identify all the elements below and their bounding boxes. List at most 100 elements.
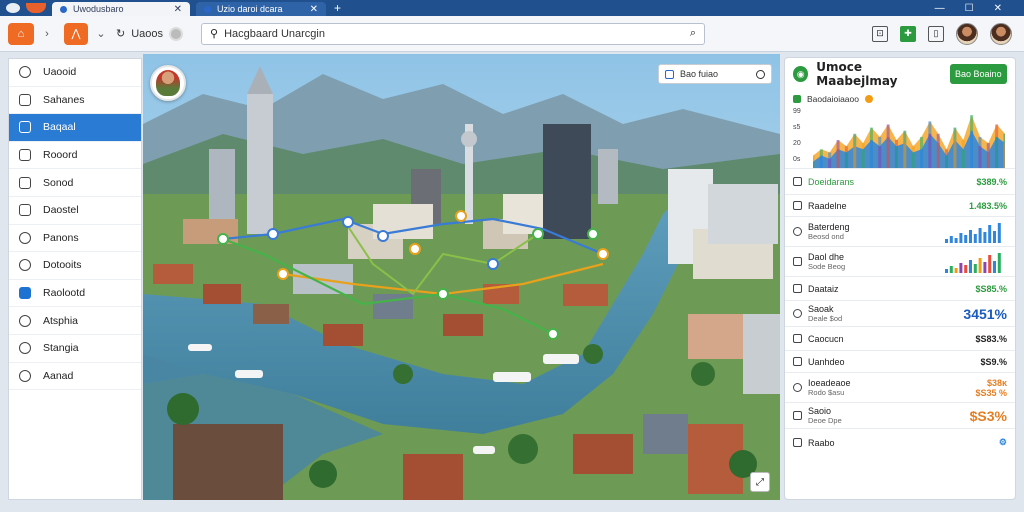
refresh-control[interactable]: ↻ Uaoos xyxy=(116,26,184,41)
search-bar[interactable]: ⚲ ⌕ xyxy=(201,22,706,45)
sidebar-item-5[interactable]: Daostel xyxy=(9,197,141,225)
sidebar: Uaooid Sahanes Baqaal Rooord Sonod Daost… xyxy=(8,58,142,500)
chart-bar xyxy=(836,149,840,168)
panel-row[interactable]: Doeidarans $389.% xyxy=(785,168,1015,194)
sidebar-item-1[interactable]: Sahanes xyxy=(9,87,141,115)
map-filter-chip[interactable]: Bao fuiao xyxy=(658,64,772,84)
panel-row[interactable]: Saoak Deale $od 3451% xyxy=(785,300,1015,326)
sparkline-bar xyxy=(954,267,958,273)
maximize-icon[interactable]: ☐ xyxy=(965,3,974,14)
sidebar-item-label: Atsphia xyxy=(43,314,79,327)
tab-close-icon[interactable]: ✕ xyxy=(310,4,318,15)
row-label: Baterdeng xyxy=(808,222,850,232)
chart-bar xyxy=(920,149,924,168)
sidebar-item-label: Baqaal xyxy=(43,121,76,134)
sparkline-bar xyxy=(983,261,987,273)
avatar-secondary[interactable] xyxy=(956,22,978,45)
sidebar-item-8[interactable]: Raolootd xyxy=(9,280,141,308)
sparkline-bar xyxy=(945,238,948,243)
sidebar-item-6[interactable]: Panons xyxy=(9,225,141,253)
sidebar-item-3[interactable]: Rooord xyxy=(9,142,141,170)
fullscreen-button[interactable]: ⤢ xyxy=(750,472,770,492)
settings-icon[interactable]: ⚙ xyxy=(999,437,1007,448)
row-label-group: Daol dhe Sode Beog xyxy=(808,252,945,271)
bookmark-icon[interactable]: ⊡ xyxy=(872,25,888,42)
panel-row[interactable]: Saoio Deoe Dpe $S3% xyxy=(785,402,1015,428)
panel-row[interactable]: Baterdeng Beosd ond xyxy=(785,216,1015,246)
search-input[interactable] xyxy=(224,27,684,40)
browser-tab-active[interactable]: Uwodusbaro ✕ xyxy=(52,2,190,16)
panel-header: ◉ Umoce Maabejlmay Bao Boaino xyxy=(785,58,1015,90)
chart-bar xyxy=(936,143,940,168)
chevron-down-icon[interactable]: ⌄ xyxy=(94,23,108,45)
legend-orange-icon xyxy=(865,95,873,103)
row-value: $38ĸ xyxy=(986,377,1007,388)
search-submit-icon[interactable]: ⌕ xyxy=(690,27,696,40)
tab-close-icon[interactable]: ✕ xyxy=(174,4,182,15)
locate-icon[interactable] xyxy=(756,69,765,79)
sidebar-item-10[interactable]: Stangia xyxy=(9,335,141,363)
sparkline-bar xyxy=(988,254,992,273)
new-tab-button[interactable]: + xyxy=(334,1,341,15)
row-value-group: $S85.% xyxy=(975,284,1007,294)
extension-icon[interactable]: ✚ xyxy=(900,25,916,42)
row-value-group: $S83.% xyxy=(975,334,1007,344)
row-label-group: Saoak Deale $od xyxy=(808,304,963,323)
sidebar-item-label: Sonod xyxy=(43,176,74,189)
sparkline-bar xyxy=(983,231,987,243)
city-map[interactable] xyxy=(143,54,780,500)
browser-menu-icon[interactable] xyxy=(6,3,20,13)
row-icon xyxy=(793,227,802,236)
panel-row[interactable]: Raabo ⚙ xyxy=(785,428,1015,456)
row-icon xyxy=(793,309,802,318)
minimize-icon[interactable]: — xyxy=(935,3,945,14)
status-indicator-icon xyxy=(169,26,184,41)
sidebar-toggle-icon[interactable]: ▯ xyxy=(928,25,944,42)
sidebar-item-11[interactable]: Aanad xyxy=(9,363,141,391)
app-menu-button[interactable]: ⋀ xyxy=(64,22,88,45)
chart-bar xyxy=(894,146,898,168)
facebook-icon xyxy=(19,287,31,300)
row-label: Ioeadeaoe xyxy=(808,378,851,388)
sidebar-item-label: Rooord xyxy=(43,149,78,162)
fullscreen-icon: ⤢ xyxy=(756,476,764,488)
panel-subheading-label: Baodaioiaaoo xyxy=(807,94,859,104)
panel-subheading: Baodaioiaaoo xyxy=(785,90,1015,108)
chevron-right-icon[interactable]: › xyxy=(40,23,54,45)
chart-bar xyxy=(911,152,915,168)
panel-row[interactable]: Uanhdeo $S9.% xyxy=(785,350,1015,372)
row-sublabel: Deoe Dpe xyxy=(808,416,842,425)
panel-row[interactable]: Daataiz $S85.% xyxy=(785,276,1015,300)
close-window-icon[interactable]: ✕ xyxy=(994,3,1002,14)
sidebar-item-0[interactable]: Uaooid xyxy=(9,59,141,87)
chart-bar xyxy=(1003,143,1005,168)
panel-row[interactable]: Raadelne 1.483.5% xyxy=(785,194,1015,216)
browser-tab-other[interactable]: Uzio daroi dcara ✕ xyxy=(196,2,326,16)
row-value: $S9.% xyxy=(980,356,1007,367)
row-label: Caocucn xyxy=(808,333,844,344)
row-value: $S3% xyxy=(969,407,1007,424)
sidebar-item-9[interactable]: Atsphia xyxy=(9,307,141,335)
row-icon xyxy=(793,334,802,343)
sidebar-item-7[interactable]: Dotooits xyxy=(9,252,141,280)
sidebar-item-label: Raolootd xyxy=(43,287,86,300)
panel-row[interactable]: Ioeadeaoe Rodo $asu $38ĸ $S35 % xyxy=(785,372,1015,402)
row-value-group: 1.483.5% xyxy=(969,201,1007,211)
sidebar-item-4[interactable]: Sonod xyxy=(9,169,141,197)
avatar[interactable] xyxy=(990,22,1012,45)
home-button[interactable]: ⌂ xyxy=(8,22,34,45)
row-label: Daataiz xyxy=(808,283,839,294)
panel-row[interactable]: Daol dhe Sode Beog xyxy=(785,246,1015,276)
y-tick-label: 99 xyxy=(793,108,801,115)
panel-row[interactable]: Caocucn $S83.% xyxy=(785,326,1015,350)
row-label: Uanhdeo xyxy=(808,356,845,367)
panel-action-button[interactable]: Bao Boaino xyxy=(949,64,1007,84)
user-location-pin[interactable] xyxy=(150,65,186,101)
sparkline-bar xyxy=(973,263,977,273)
row-sublabel: Rodo $asu xyxy=(808,388,845,397)
sidebar-item-label: Daostel xyxy=(43,204,79,217)
y-tick-label: s5 xyxy=(793,124,801,131)
sidebar-item-label: Dotooits xyxy=(43,259,82,272)
sidebar-item-2[interactable]: Baqaal xyxy=(9,114,141,142)
chart-bar xyxy=(953,140,957,168)
